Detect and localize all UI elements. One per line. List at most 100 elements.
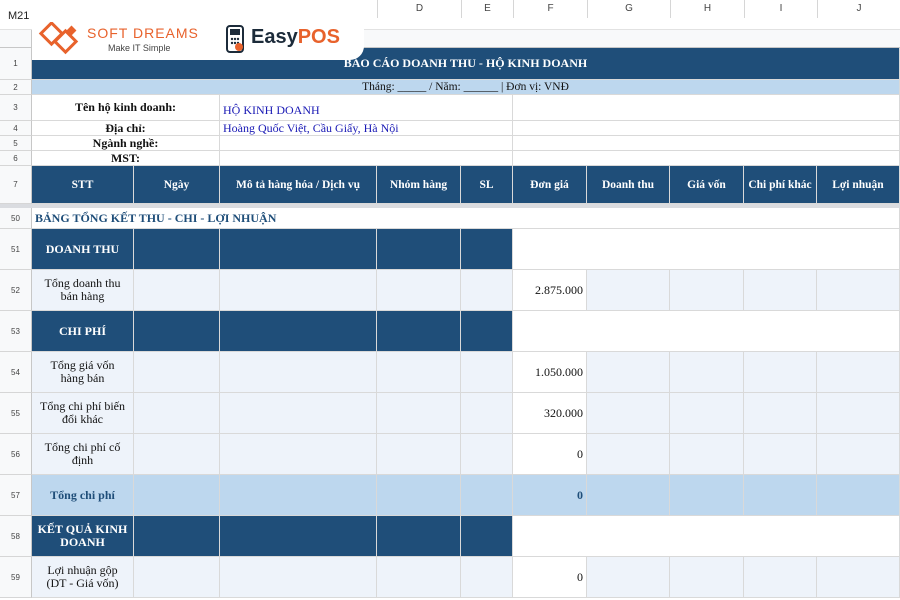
line-gross-profit-label[interactable]: Lợi nhuận gộp (DT - Giá vốn) <box>32 557 134 598</box>
line-variable-costs-label[interactable]: Tổng chi phí biến đổi khác <box>32 393 134 434</box>
row-header[interactable]: 1 <box>0 48 32 80</box>
row-header[interactable]: 56 <box>0 434 32 475</box>
table-cell[interactable] <box>817 352 900 393</box>
table-header-group[interactable]: Nhóm hàng <box>377 166 461 204</box>
table-cell[interactable] <box>134 393 220 434</box>
section-cost[interactable]: CHI PHÍ <box>32 311 134 352</box>
blank-cell[interactable] <box>513 516 900 557</box>
line-total-costs-label[interactable]: Tổng chi phí <box>32 475 134 516</box>
table-cell[interactable] <box>461 393 513 434</box>
table-cell[interactable] <box>134 475 220 516</box>
table-cell[interactable] <box>817 434 900 475</box>
table-cell[interactable] <box>744 393 817 434</box>
table-cell[interactable] <box>134 434 220 475</box>
table-header-cost-of-goods[interactable]: Giá vốn <box>670 166 744 204</box>
table-cell[interactable] <box>587 475 670 516</box>
section-fill[interactable] <box>220 311 377 352</box>
line-total-costs-value[interactable]: 0 <box>513 475 587 516</box>
table-cell[interactable] <box>461 475 513 516</box>
info-value-business-name[interactable]: HỘ KINH DOANH <box>220 95 513 121</box>
table-cell[interactable] <box>461 352 513 393</box>
column-header-d[interactable]: D <box>377 0 461 18</box>
table-cell[interactable] <box>377 434 461 475</box>
column-header-h[interactable]: H <box>670 0 744 18</box>
table-cell[interactable] <box>220 434 377 475</box>
blank-cell[interactable] <box>513 121 900 136</box>
section-fill[interactable] <box>377 311 461 352</box>
row-header[interactable]: 5 <box>0 136 32 151</box>
table-cell[interactable] <box>744 270 817 311</box>
table-cell[interactable] <box>744 352 817 393</box>
blank-cell[interactable] <box>513 151 900 166</box>
table-cell[interactable] <box>817 475 900 516</box>
row-header[interactable]: 54 <box>0 352 32 393</box>
column-header-j[interactable]: J <box>817 0 900 18</box>
section-fill[interactable] <box>377 516 461 557</box>
column-header-f[interactable]: F <box>513 0 587 18</box>
table-cell[interactable] <box>377 393 461 434</box>
table-header-quantity[interactable]: SL <box>461 166 513 204</box>
table-cell[interactable] <box>670 393 744 434</box>
section-fill[interactable] <box>461 311 513 352</box>
line-total-revenue-value[interactable]: 2.875.000 <box>513 270 587 311</box>
column-header-e[interactable]: E <box>461 0 513 18</box>
table-cell[interactable] <box>587 557 670 598</box>
line-total-revenue-label[interactable]: Tổng doanh thu bán hàng <box>32 270 134 311</box>
row-header[interactable]: 4 <box>0 121 32 136</box>
table-cell[interactable] <box>461 270 513 311</box>
row-header[interactable]: 57 <box>0 475 32 516</box>
table-cell[interactable] <box>134 270 220 311</box>
line-fixed-costs-label[interactable]: Tổng chi phí cố định <box>32 434 134 475</box>
table-cell[interactable] <box>670 352 744 393</box>
section-fill[interactable] <box>134 229 220 270</box>
blank-cell[interactable] <box>513 136 900 151</box>
table-cell[interactable] <box>134 557 220 598</box>
table-cell[interactable] <box>377 557 461 598</box>
line-cogs-label[interactable]: Tổng giá vốn hàng bán <box>32 352 134 393</box>
table-header-profit[interactable]: Lợi nhuận <box>817 166 900 204</box>
row-header[interactable]: 55 <box>0 393 32 434</box>
row-header[interactable]: 51 <box>0 229 32 270</box>
table-header-unit-price[interactable]: Đơn giá <box>513 166 587 204</box>
row-header[interactable]: 50 <box>0 208 32 229</box>
table-header-stt[interactable]: STT <box>32 166 134 204</box>
row-header[interactable]: 6 <box>0 151 32 166</box>
section-fill[interactable] <box>220 516 377 557</box>
table-cell[interactable] <box>817 393 900 434</box>
table-cell[interactable] <box>220 393 377 434</box>
blank-cell[interactable] <box>513 229 900 270</box>
row-header[interactable]: 2 <box>0 80 32 95</box>
row-header[interactable]: 58 <box>0 516 32 557</box>
table-cell[interactable] <box>377 352 461 393</box>
table-cell[interactable] <box>587 270 670 311</box>
section-revenue[interactable]: DOANH THU <box>32 229 134 270</box>
blank-cell[interactable] <box>513 311 900 352</box>
table-cell[interactable] <box>744 475 817 516</box>
table-cell[interactable] <box>670 270 744 311</box>
table-header-description[interactable]: Mô tả hàng hóa / Dịch vụ <box>220 166 377 204</box>
row-header[interactable]: 52 <box>0 270 32 311</box>
row-header[interactable]: 59 <box>0 557 32 598</box>
table-cell[interactable] <box>587 352 670 393</box>
table-cell[interactable] <box>134 352 220 393</box>
section-fill[interactable] <box>377 229 461 270</box>
table-cell[interactable] <box>587 393 670 434</box>
section-result[interactable]: KẾT QUẢ KINH DOANH <box>32 516 134 557</box>
section-fill[interactable] <box>134 516 220 557</box>
table-cell[interactable] <box>377 475 461 516</box>
table-header-date[interactable]: Ngày <box>134 166 220 204</box>
line-gross-profit-value[interactable]: 0 <box>513 557 587 598</box>
table-cell[interactable] <box>670 475 744 516</box>
blank-cell[interactable] <box>513 95 900 121</box>
row-header[interactable]: 53 <box>0 311 32 352</box>
line-cogs-value[interactable]: 1.050.000 <box>513 352 587 393</box>
table-cell[interactable] <box>744 434 817 475</box>
section-fill[interactable] <box>461 516 513 557</box>
table-header-other-costs[interactable]: Chi phí khác <box>744 166 817 204</box>
column-header-i[interactable]: I <box>744 0 817 18</box>
row-header[interactable]: 3 <box>0 95 32 121</box>
table-cell[interactable] <box>744 557 817 598</box>
table-cell[interactable] <box>220 270 377 311</box>
section-fill[interactable] <box>461 229 513 270</box>
column-header-g[interactable]: G <box>587 0 670 18</box>
